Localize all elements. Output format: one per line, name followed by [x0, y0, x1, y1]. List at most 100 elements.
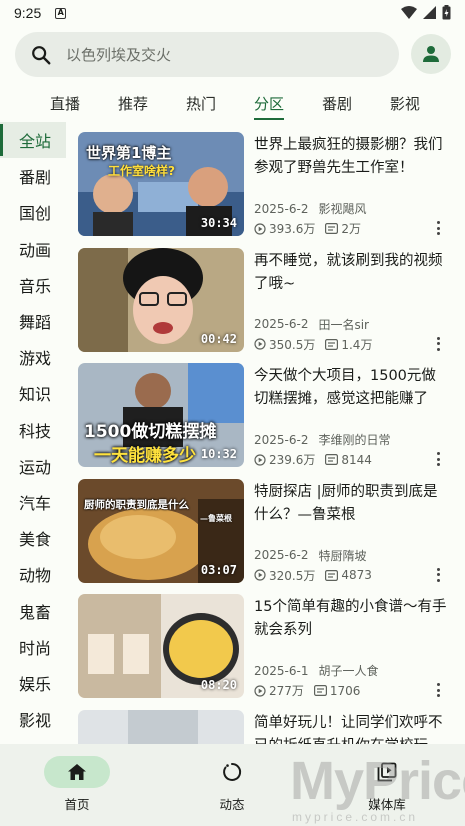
tab-anime[interactable]: 番剧 [322, 88, 352, 118]
sidebar-item-kichiku[interactable]: 鬼畜 [0, 592, 66, 628]
nav-label: 动态 [219, 797, 245, 812]
video-uploader: 影视飓风 [318, 202, 367, 216]
danmaku-icon [325, 454, 339, 465]
video-meta: 2025-6-2 田一名sir [254, 316, 369, 333]
video-card[interactable]: 简单好玩儿！让同学们欢呼不已的折纸直升机你在学校玩… [78, 709, 453, 745]
tab-popular[interactable]: 热门 [186, 88, 216, 118]
video-date: 2025-6-2 [254, 432, 309, 447]
video-title: 15个简单有趣的小食谱～有手就会系列 [254, 599, 447, 638]
video-stats: 239.6万 8144 [254, 451, 372, 468]
thumbnail-caption: —鲁菜根 [200, 513, 232, 523]
video-thumbnail[interactable]: 厨师的职责到底是什么 —鲁菜根 03:07 [78, 478, 244, 583]
sidebar-item-food[interactable]: 美食 [0, 520, 66, 556]
tab-movies[interactable]: 影视 [390, 88, 420, 118]
video-thumbnail[interactable]: 1500做切糕摆摊 一天能赚多少 10:32 [78, 363, 244, 467]
person-icon [423, 46, 439, 62]
video-title: 简单好玩儿！让同学们欢呼不已的折纸直升机你在学校玩… [254, 714, 443, 745]
play-count-icon [254, 569, 266, 581]
more-options-icon[interactable] [433, 567, 443, 583]
video-card[interactable]: 厨师的职责到底是什么 —鲁菜根 03:07 特厨探店 |厨师的职责到底是什么？—… [78, 478, 453, 595]
more-options-icon[interactable] [433, 336, 443, 352]
video-stats: 277万 1706 [254, 682, 360, 699]
thumbnail-caption: 世界第1博主 [86, 144, 172, 162]
sidebar-item-guochuang[interactable]: 国创 [0, 194, 66, 230]
sidebar-item-animation[interactable]: 动画 [0, 231, 66, 267]
more-options-icon[interactable] [433, 220, 443, 236]
video-date: 2025-6-2 [254, 548, 309, 562]
view-count: 239.6万 [269, 453, 316, 467]
status-icons [401, 5, 451, 20]
video-title: 今天做个大项目，1500元做切糕摆摊，感觉这把能赚了 [254, 368, 436, 407]
tab-category[interactable]: 分区 [253, 88, 284, 120]
danmaku-count: 1706 [329, 683, 361, 698]
video-duration: 30:34 [200, 216, 237, 230]
nav-home[interactable]: 首页 [27, 756, 127, 813]
video-thumbnail[interactable]: 00:42 [78, 247, 244, 352]
video-stats: 350.5万 1.4万 [254, 336, 372, 353]
danmaku-icon [325, 569, 339, 581]
video-card[interactable]: 00:42 再不睡觉，就该刷到我的视频了哦~ 2025-6-2 田一名sir 3… [78, 247, 453, 364]
sidebar-item-entertainment[interactable]: 娱乐 [0, 665, 66, 701]
video-thumbnail[interactable] [78, 709, 244, 744]
sidebar-item-game[interactable]: 游戏 [0, 339, 66, 375]
video-thumbnail[interactable]: 世界第1博主 工作室啥样? 30:34 [78, 132, 244, 236]
more-options-icon[interactable] [433, 451, 443, 467]
sidebar-item-sports[interactable]: 运动 [0, 448, 66, 484]
video-meta: 2025-6-1 胡子一人食 [254, 662, 378, 679]
video-meta: 2025-6-2 特厨隋坡 [254, 547, 366, 564]
video-uploader: 田一名sir [318, 317, 369, 332]
nav-dynamic[interactable]: 动态 [182, 756, 282, 813]
video-uploader: 李维刚的日常 [318, 433, 391, 447]
status-bar: 9:25 A [0, 0, 465, 26]
sidebar-item-music[interactable]: 音乐 [0, 267, 66, 303]
video-stats: 393.6万 2万 [254, 220, 361, 237]
sidebar-item-animal[interactable]: 动物 [0, 556, 66, 592]
dynamic-icon [223, 762, 242, 781]
danmaku-icon [325, 338, 339, 350]
sidebar-item-movies[interactable]: 影视 [0, 701, 66, 737]
thumbnail-caption: 厨师的职责到底是什么 [84, 498, 189, 511]
danmaku-count: 4873 [341, 568, 372, 582]
video-card[interactable]: 世界第1博主 工作室啥样? 30:34 世界上最疯狂的摄影棚？我们参观了野兽先生… [78, 132, 453, 248]
search-row: 以色列埃及交火 [15, 32, 451, 77]
video-feed: 世界第1博主 工作室啥样? 30:34 世界上最疯狂的摄影棚？我们参观了野兽先生… [78, 132, 453, 744]
sidebar-item-car[interactable]: 汽车 [0, 484, 66, 520]
search-input[interactable]: 以色列埃及交火 [15, 32, 399, 77]
sidebar-item-dance[interactable]: 舞蹈 [0, 303, 66, 339]
thumbnail-image [78, 709, 244, 744]
video-card[interactable]: 1500做切糕摆摊 一天能赚多少 10:32 今天做个大项目，1500元做切糕摆… [78, 363, 453, 479]
sidebar-item-fashion[interactable]: 时尚 [0, 629, 66, 665]
thumbnail-caption: 一天能赚多少 [94, 446, 196, 466]
view-count: 350.5万 [269, 337, 316, 352]
video-duration: 00:42 [200, 331, 237, 346]
tab-recommend[interactable]: 推荐 [118, 88, 148, 118]
danmaku-count: 8144 [341, 452, 372, 467]
video-thumbnail[interactable]: 08:20 [78, 594, 244, 698]
tab-live[interactable]: 直播 [50, 88, 80, 118]
video-card[interactable]: 08:20 15个简单有趣的小食谱～有手就会系列 2025-6-1 胡子一人食 … [78, 594, 453, 710]
more-options-icon[interactable] [433, 682, 443, 698]
bottom-navigation: 首页 动态 媒体库 MyPrice myprice.com.cn [0, 744, 465, 826]
wifi-icon [401, 6, 417, 19]
nav-library[interactable]: 媒体库 [337, 756, 437, 813]
play-count-icon [254, 338, 266, 350]
danmaku-count: 1.4万 [341, 337, 373, 352]
video-date: 2025-6-2 [254, 201, 309, 216]
account-button[interactable] [411, 34, 451, 74]
sidebar-item-tech[interactable]: 科技 [0, 412, 66, 448]
nav-label: 媒体库 [368, 797, 406, 812]
sidebar-item-knowledge[interactable]: 知识 [0, 375, 66, 411]
home-icon [68, 764, 86, 780]
sidebar-item-all[interactable]: 全站 [0, 122, 66, 159]
view-count: 320.5万 [269, 568, 316, 583]
video-meta: 2025-6-2 李维刚的日常 [254, 431, 390, 448]
sidebar-item-anime[interactable]: 番剧 [0, 158, 66, 194]
view-count: 277万 [269, 684, 304, 698]
status-time: 9:25 [14, 5, 42, 21]
danmaku-icon [313, 685, 327, 696]
play-count-icon [254, 222, 266, 235]
status-indicator: A [55, 7, 67, 19]
thumbnail-caption: 工作室啥样? [108, 164, 175, 178]
video-duration: 08:20 [200, 678, 237, 692]
play-count-icon [254, 684, 266, 697]
